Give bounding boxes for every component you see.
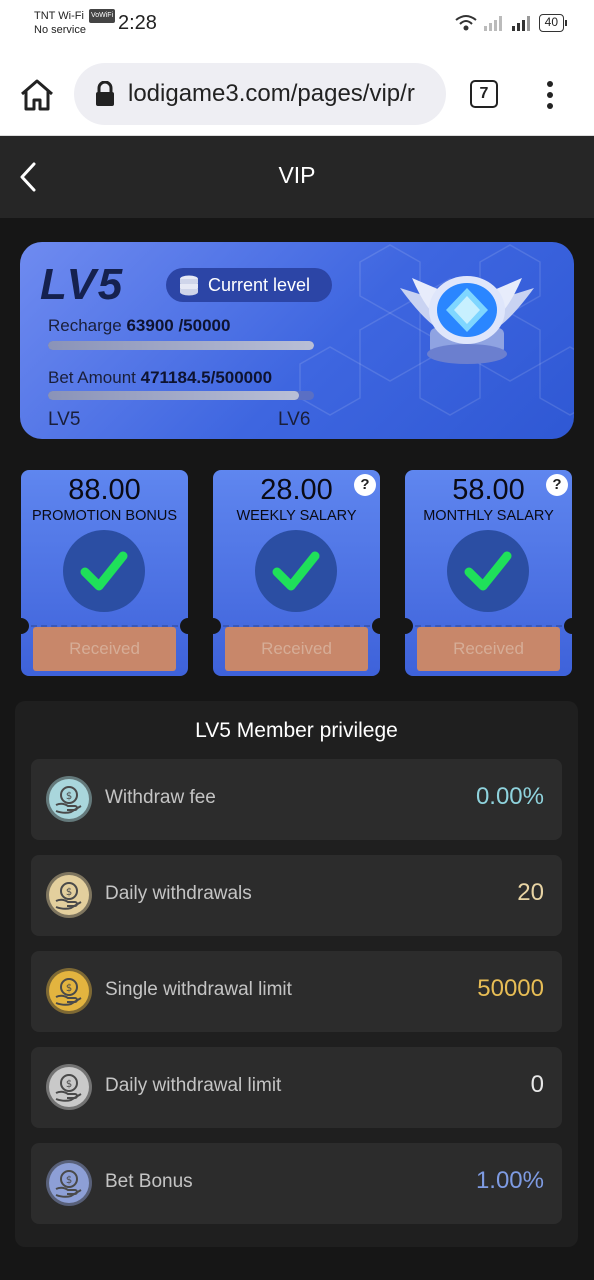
svg-text:$: $ — [66, 1175, 72, 1186]
signal-icon — [511, 16, 530, 31]
privilege-label: Bet Bonus — [105, 1171, 193, 1192]
svg-text:$: $ — [66, 983, 72, 994]
weekly-salary-card: 28.00 ? WEEKLY SALARY Received — [213, 470, 380, 676]
privilege-value: 0 — [530, 1071, 544, 1098]
clock: 2:28 — [118, 12, 157, 34]
vowifi-badge: VoWiFi — [88, 9, 116, 23]
privilege-value: 1.00% — [475, 1167, 544, 1194]
help-icon[interactable]: ? — [354, 474, 376, 496]
check-circle — [447, 530, 529, 612]
privilege-label: Withdraw fee — [105, 787, 216, 808]
privilege-title: LV5 Member privilege — [195, 719, 398, 742]
current-level-marker: LV5 — [48, 409, 81, 430]
coin-stack-icon — [180, 275, 198, 296]
recharge-progress-bar — [48, 341, 314, 350]
address-bar[interactable]: lodigame3.com/pages/vip/r — [74, 63, 446, 125]
bet-progress-label: Bet Amount 471184.5/500000 — [48, 368, 272, 388]
coin-hand-icon: $ — [46, 776, 92, 822]
url-text: lodigame3.com/pages/vip/r — [128, 80, 415, 107]
reward-label: PROMOTION BONUS — [31, 508, 177, 524]
monthly-salary-card: 58.00 ? MONTHLY SALARY Received — [405, 470, 572, 676]
wifi-icon — [455, 15, 477, 31]
current-level-label: Current level — [208, 274, 311, 295]
ticket-notch — [405, 618, 413, 634]
carrier-info: TNT Wi-Fi VoWiFi No service — [34, 9, 116, 37]
recharge-progress-fill — [48, 341, 314, 350]
ticket-notch — [564, 618, 572, 634]
battery-icon: 40 — [538, 14, 568, 32]
ticket-notch — [21, 618, 29, 634]
bet-progress-fill — [48, 391, 299, 400]
coin-hand-icon: $ — [46, 968, 92, 1014]
check-icon — [464, 551, 512, 591]
privilege-value: 0.00% — [475, 783, 544, 810]
current-level-badge: Current level — [166, 268, 332, 302]
privilege-value: 20 — [517, 879, 544, 906]
promotion-bonus-card: 88.00 PROMOTION BONUS Received — [21, 470, 188, 676]
privilege-value: 50000 — [477, 975, 544, 1002]
next-level-marker: LV6 — [278, 409, 311, 430]
browser-toolbar: lodigame3.com/pages/vip/r 7 — [0, 50, 594, 136]
app-header: VIP — [0, 136, 594, 218]
vip-crest-icon — [400, 276, 534, 364]
vip-level-card: LV5 Current level Recharge 63900 /50000 … — [20, 242, 574, 439]
received-button[interactable]: Received — [33, 627, 176, 671]
bet-value: 471184.5/500000 — [140, 368, 273, 387]
ticket-notch — [213, 618, 221, 634]
reward-label: MONTHLY SALARY — [423, 508, 554, 524]
home-icon[interactable] — [18, 76, 56, 114]
help-icon[interactable]: ? — [546, 474, 568, 496]
bet-label: Bet Amount — [48, 368, 136, 387]
service-status: No service — [34, 24, 86, 36]
carrier-name: TNT Wi-Fi — [34, 10, 84, 22]
reward-label: WEEKLY SALARY — [236, 508, 357, 524]
check-icon — [80, 551, 128, 591]
privilege-label: Single withdrawal limit — [105, 979, 292, 1000]
svg-text:$: $ — [66, 1079, 72, 1090]
ticket-notch — [372, 618, 380, 634]
coin-hand-icon: $ — [46, 1160, 92, 1206]
privilege-row: $ Single withdrawal limit 50000 — [31, 951, 562, 1032]
check-circle — [255, 530, 337, 612]
privilege-row: $ Daily withdrawal limit 0 — [31, 1047, 562, 1128]
privilege-label: Daily withdrawals — [105, 883, 252, 904]
member-privilege-panel: LV5 Member privilege $ Withdraw fee 0.00% $… — [15, 701, 578, 1247]
reward-amount: 88.00 — [68, 474, 141, 506]
privilege-row: $ Bet Bonus 1.00% — [31, 1143, 562, 1224]
status-bar: TNT Wi-Fi VoWiFi No service 2:28 40 — [0, 0, 594, 50]
check-circle — [63, 530, 145, 612]
tab-switcher-button[interactable]: 7 — [470, 80, 498, 108]
bet-progress-bar — [48, 391, 314, 400]
recharge-progress-label: Recharge 63900 /50000 — [48, 316, 230, 336]
svg-text:$: $ — [66, 887, 72, 898]
recharge-value: 63900 /50000 — [126, 316, 231, 335]
check-icon — [272, 551, 320, 591]
received-button[interactable]: Received — [417, 627, 560, 671]
received-button[interactable]: Received — [225, 627, 368, 671]
level-title: LV5 — [40, 260, 125, 309]
more-menu-icon[interactable] — [540, 80, 560, 110]
ticket-notch — [180, 618, 188, 634]
page-title: VIP — [278, 162, 316, 188]
status-icons: 40 — [455, 14, 568, 32]
coin-hand-icon: $ — [46, 872, 92, 918]
privilege-label: Daily withdrawal limit — [105, 1075, 282, 1096]
coin-hand-icon: $ — [46, 1064, 92, 1110]
privilege-row: $ Withdraw fee 0.00% — [31, 759, 562, 840]
lock-icon — [96, 81, 114, 106]
signal-weak-icon — [483, 16, 502, 31]
svg-text:$: $ — [66, 791, 72, 802]
recharge-label: Recharge — [48, 316, 122, 335]
privilege-row: $ Daily withdrawals 20 — [31, 855, 562, 936]
